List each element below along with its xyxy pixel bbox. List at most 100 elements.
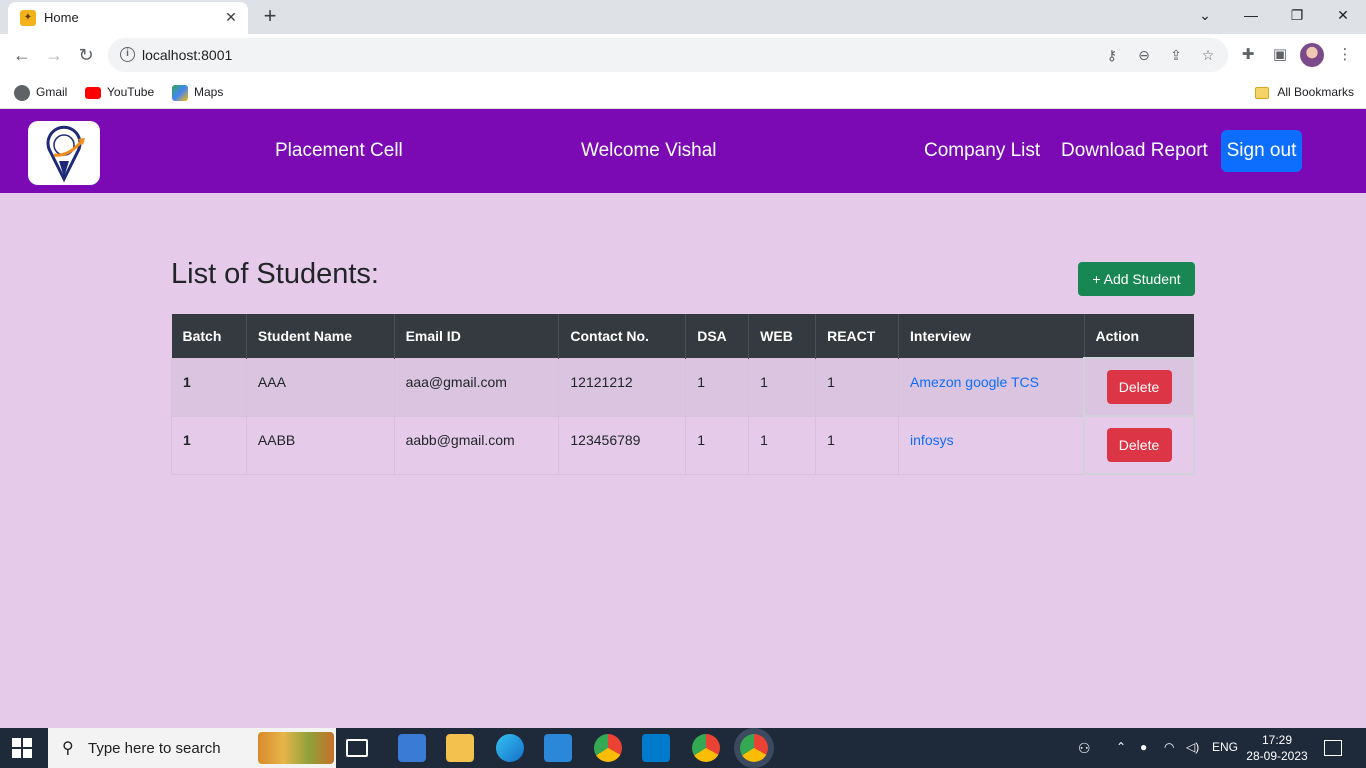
browser-toolbar: ← → ↻ i localhost:8001 ⚷ ⊖ ⇪ ☆ ✚ ▣ ⋮ xyxy=(0,34,1366,76)
search-highlight-image xyxy=(258,732,334,764)
interview-link[interactable]: infosys xyxy=(898,415,1085,475)
column-header: WEB xyxy=(748,314,817,358)
cell-action: Delete xyxy=(1083,415,1195,475)
column-header: Batch xyxy=(171,314,247,358)
page-title: List of Students: xyxy=(171,258,379,290)
bookmark-youtube[interactable]: YouTube xyxy=(85,83,154,101)
tab-title: Home xyxy=(44,10,79,25)
password-key-icon[interactable]: ⚷ xyxy=(1102,45,1122,65)
bookmark-gmail[interactable]: Gmail xyxy=(14,83,67,101)
bookmark-star-icon[interactable]: ☆ xyxy=(1198,45,1218,65)
notifications-icon[interactable] xyxy=(1324,740,1342,756)
welcome-text: Welcome Vishal xyxy=(581,140,717,161)
zoom-icon[interactable]: ⊖ xyxy=(1134,45,1154,65)
delete-button[interactable]: Delete xyxy=(1106,428,1172,462)
column-header: Contact No. xyxy=(558,314,687,358)
forward-icon[interactable]: → xyxy=(41,42,67,68)
cell-batch: 1 xyxy=(171,357,247,417)
logo-pin-icon xyxy=(46,125,85,183)
cell-contact: 12121212 xyxy=(558,357,687,417)
table-row: 1 AAA aaa@gmail.com 12121212 1 1 1 Amezo… xyxy=(171,357,1195,417)
share-icon[interactable]: ⇪ xyxy=(1166,45,1186,65)
chrome-profile-icon[interactable] xyxy=(692,734,720,762)
language-indicator[interactable]: ENG xyxy=(1212,740,1238,754)
new-tab-button[interactable]: + xyxy=(258,5,282,29)
reload-icon[interactable]: ↻ xyxy=(73,42,99,68)
vscode-icon[interactable] xyxy=(642,734,670,762)
taskbar-search-box[interactable]: ⚲ Type here to search xyxy=(48,728,336,768)
url-text[interactable]: localhost:8001 xyxy=(142,47,232,63)
profile-avatar[interactable] xyxy=(1300,43,1324,67)
column-header: DSA xyxy=(685,314,750,358)
youtube-icon xyxy=(85,86,101,99)
column-header: Interview xyxy=(898,314,1085,358)
browser-menu-icon[interactable]: ⋮ xyxy=(1334,44,1356,66)
download-report-link[interactable]: Download Report xyxy=(1061,140,1208,162)
tray-chevron-icon[interactable]: ⌃ xyxy=(1116,740,1126,754)
restore-icon[interactable]: ❐ xyxy=(1284,4,1310,26)
close-window-icon[interactable]: ✕ xyxy=(1330,4,1356,26)
store-icon[interactable] xyxy=(398,734,426,762)
clock-date: 28-09-2023 xyxy=(1246,749,1308,763)
column-header: Student Name xyxy=(246,314,395,358)
cell-batch: 1 xyxy=(171,415,247,475)
cell-name: AABB xyxy=(245,415,395,475)
app-navbar: Placement Cell Welcome Vishal Company Li… xyxy=(0,109,1366,193)
back-icon[interactable]: ← xyxy=(9,42,35,68)
side-panel-icon[interactable]: ▣ xyxy=(1269,44,1291,66)
table-header: Batch Student Name Email ID Contact No. … xyxy=(171,314,1194,358)
brand-link[interactable]: Placement Cell xyxy=(275,140,403,162)
browser-tab-home[interactable]: ✦ Home ✕ xyxy=(8,2,248,34)
mail-icon[interactable] xyxy=(544,734,572,762)
address-bar[interactable]: i localhost:8001 ⚷ ⊖ ⇪ ☆ xyxy=(108,38,1228,72)
cell-email: aabb@gmail.com xyxy=(393,415,560,475)
cell-react: 1 xyxy=(815,357,900,417)
placement-cell-logo[interactable] xyxy=(28,121,100,185)
students-table: Batch Student Name Email ID Contact No. … xyxy=(171,314,1195,475)
tab-close-icon[interactable]: ✕ xyxy=(222,8,240,26)
cell-react: 1 xyxy=(815,415,900,475)
sign-out-button[interactable]: Sign out xyxy=(1221,130,1302,172)
company-list-link[interactable]: Company List xyxy=(924,140,1040,162)
chrome-icon[interactable] xyxy=(594,734,622,762)
delete-button[interactable]: Delete xyxy=(1106,370,1172,404)
clock-time: 17:29 xyxy=(1261,733,1293,747)
bookmarks-bar: Gmail YouTube Maps All Bookmarks xyxy=(0,76,1366,109)
windows-taskbar: ⚲ Type here to search ⚇ ⌃ ● ◠ ◁) ENG 17:… xyxy=(0,728,1366,768)
maps-icon xyxy=(172,84,188,101)
table-row: 1 AABB aabb@gmail.com 123456789 1 1 1 in… xyxy=(171,415,1195,475)
tab-favicon-icon: ✦ xyxy=(20,10,36,26)
edge-icon[interactable] xyxy=(496,734,524,762)
cell-contact: 123456789 xyxy=(558,415,687,475)
task-view-icon[interactable] xyxy=(346,739,368,757)
file-explorer-icon[interactable] xyxy=(446,734,474,762)
bookmark-maps[interactable]: Maps xyxy=(172,83,223,101)
all-bookmarks[interactable]: All Bookmarks xyxy=(1255,83,1354,101)
chrome-active-icon[interactable] xyxy=(740,734,768,762)
minimize-icon[interactable]: — xyxy=(1238,4,1264,26)
column-header: Email ID xyxy=(394,314,560,358)
cell-web: 1 xyxy=(748,357,817,417)
windows-start-icon[interactable] xyxy=(12,738,32,758)
cell-web: 1 xyxy=(748,415,817,475)
cell-email: aaa@gmail.com xyxy=(393,357,560,417)
interview-link[interactable]: Amezon google TCS xyxy=(898,357,1085,417)
search-placeholder[interactable]: Type here to search xyxy=(88,740,221,757)
tab-search-chevron-icon[interactable]: ⌄ xyxy=(1192,4,1218,26)
cell-name: AAA xyxy=(245,357,395,417)
search-icon: ⚲ xyxy=(62,740,74,757)
site-info-icon[interactable]: i xyxy=(120,47,135,62)
cell-dsa: 1 xyxy=(685,357,750,417)
browser-tab-bar: ✦ Home ✕ + ⌄ — ❐ ✕ xyxy=(0,0,1366,34)
gmail-icon xyxy=(14,84,30,101)
wifi-icon[interactable]: ◠ xyxy=(1164,740,1174,754)
people-icon[interactable]: ⚇ xyxy=(1078,740,1091,757)
column-header: REACT xyxy=(815,314,900,358)
microphone-icon[interactable]: ● xyxy=(1140,740,1147,754)
taskbar-clock[interactable]: 17:29 28-09-2023 xyxy=(1244,732,1310,764)
table-header-row: Batch Student Name Email ID Contact No. … xyxy=(171,314,1194,358)
volume-icon[interactable]: ◁) xyxy=(1186,740,1199,754)
extensions-icon[interactable]: ✚ xyxy=(1237,44,1259,66)
cell-action: Delete xyxy=(1083,357,1195,417)
add-student-button[interactable]: + Add Student xyxy=(1078,262,1195,296)
